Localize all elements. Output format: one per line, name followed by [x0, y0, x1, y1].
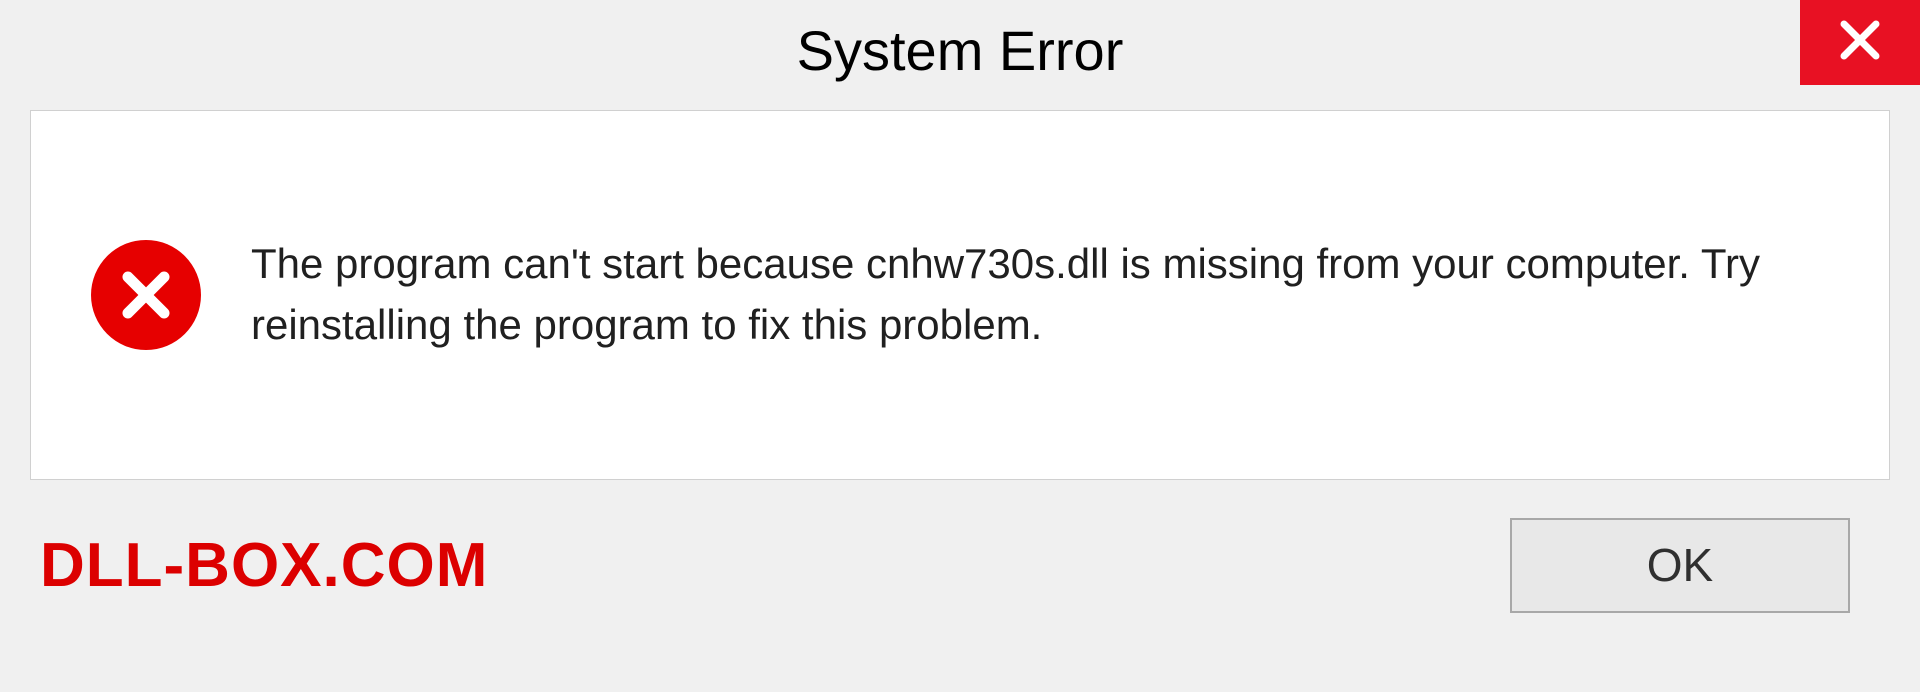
content-panel: The program can't start because cnhw730s… — [30, 110, 1890, 480]
footer-bar: DLL-BOX.COM OK — [30, 480, 1890, 650]
ok-button[interactable]: OK — [1510, 518, 1850, 613]
title-bar: System Error — [0, 0, 1920, 100]
error-icon — [91, 240, 201, 350]
error-icon-wrap — [91, 240, 201, 350]
watermark-text: DLL-BOX.COM — [40, 530, 488, 601]
close-icon — [1836, 16, 1884, 69]
close-button[interactable] — [1800, 0, 1920, 85]
dialog-title: System Error — [797, 18, 1124, 83]
error-message: The program can't start because cnhw730s… — [251, 234, 1829, 356]
